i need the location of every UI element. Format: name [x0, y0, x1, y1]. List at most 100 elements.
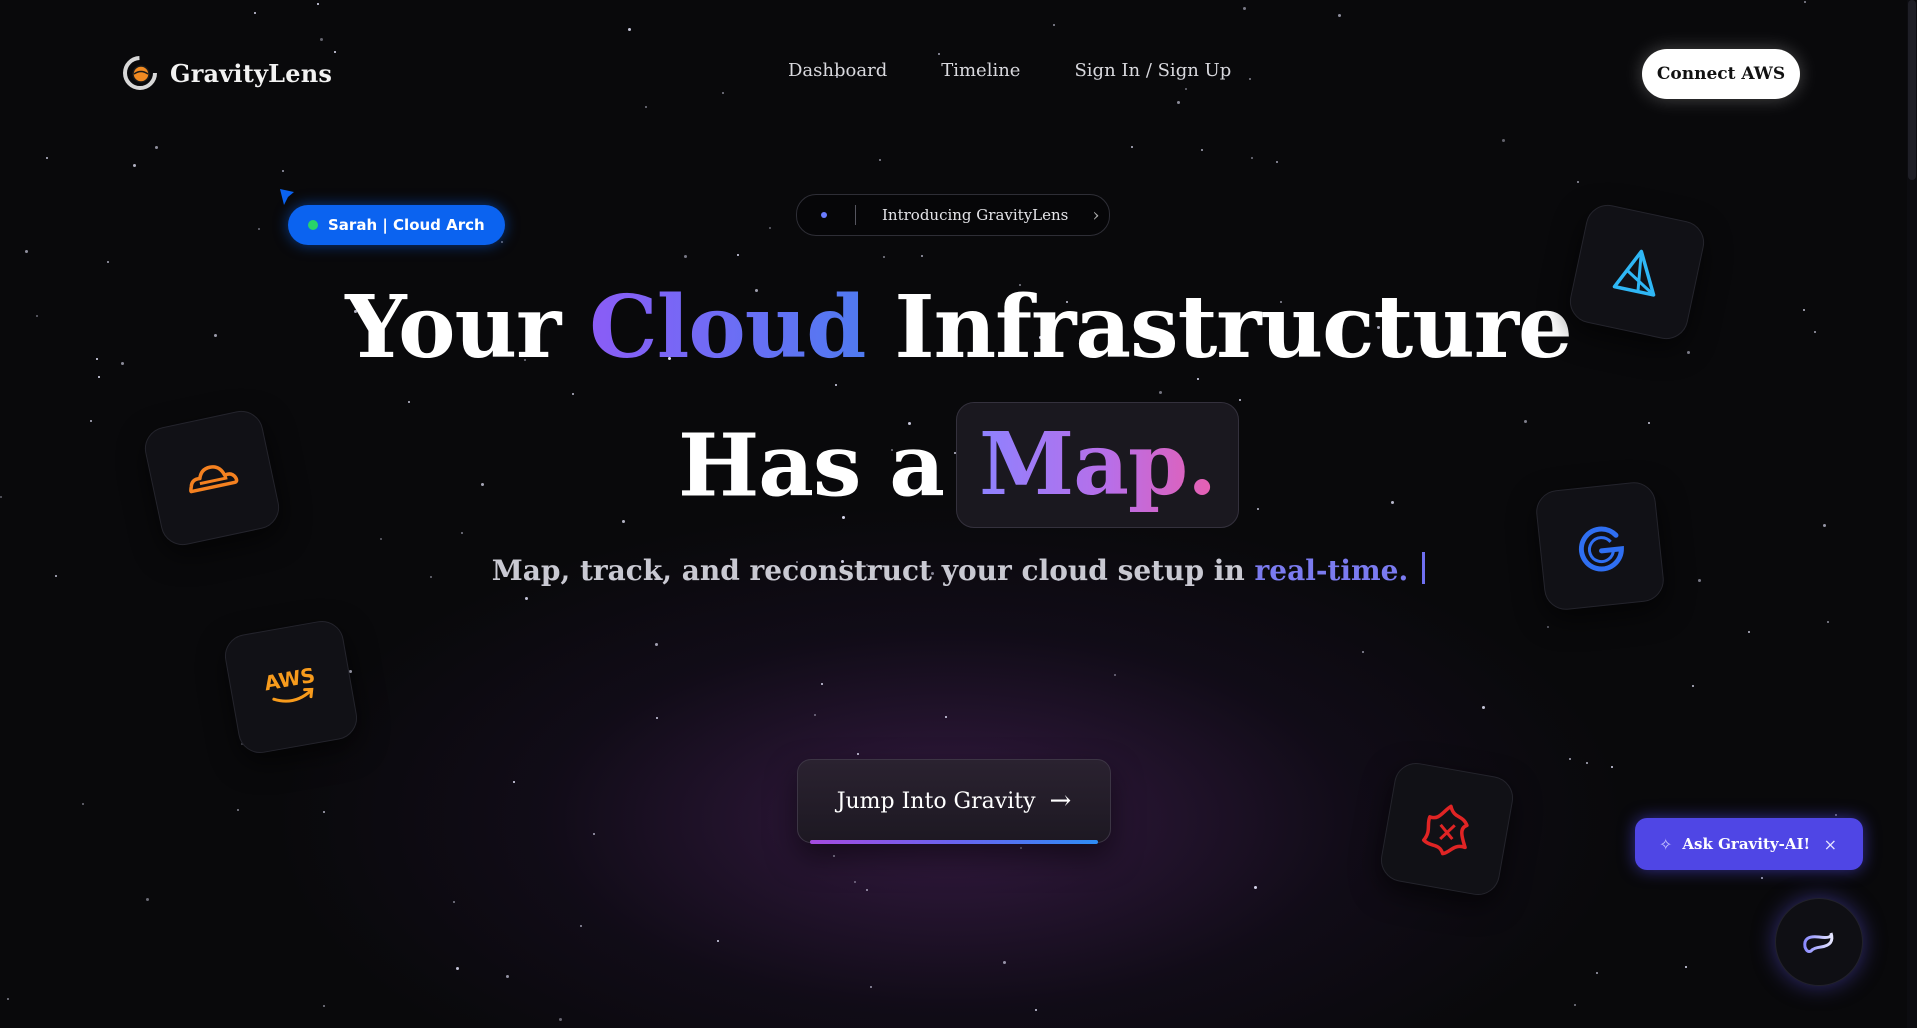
star — [1574, 1004, 1576, 1006]
star — [717, 940, 719, 942]
cursor-icon — [280, 189, 294, 205]
scrollbar-thumb[interactable] — [1908, 0, 1916, 180]
star — [258, 228, 260, 230]
g-logo-tile — [1534, 480, 1666, 612]
star — [656, 717, 658, 719]
star — [1197, 378, 1199, 380]
star — [1243, 7, 1246, 10]
brand-logo[interactable]: GravityLens — [122, 55, 332, 91]
star — [323, 811, 325, 813]
main-nav: Dashboard Timeline Sign In / Sign Up — [788, 60, 1231, 81]
star — [1835, 814, 1837, 816]
star — [1035, 1009, 1037, 1011]
star-logo-icon — [1421, 804, 1469, 856]
star — [1201, 149, 1203, 151]
star — [282, 170, 284, 172]
landing-page: GravityLens Dashboard Timeline Sign In /… — [0, 0, 1917, 1028]
star — [506, 975, 509, 978]
star — [1502, 139, 1505, 142]
star — [883, 256, 885, 258]
hero-word-your: Your — [345, 277, 590, 378]
cloud-icon — [189, 465, 239, 494]
star — [737, 254, 739, 256]
star — [1761, 877, 1763, 879]
star — [408, 401, 410, 403]
star — [866, 889, 868, 891]
star — [1053, 24, 1055, 26]
star — [821, 683, 823, 685]
sparkle-icon: ✧ — [1659, 834, 1673, 854]
online-status-dot — [308, 220, 318, 230]
star — [572, 393, 574, 395]
star — [1131, 146, 1133, 148]
arrow-right-icon: → — [1049, 786, 1072, 816]
star — [525, 597, 528, 600]
star — [722, 92, 724, 94]
star — [1547, 626, 1549, 628]
ask-gravity-ai-button[interactable]: ✧ Ask Gravity-AI! × — [1635, 818, 1863, 870]
chevron-right-icon: › — [1092, 204, 1100, 226]
triangle-logo-tile — [1565, 200, 1709, 344]
hero-word-has-a: Has a — [677, 415, 945, 517]
nav-timeline[interactable]: Timeline — [941, 60, 1020, 81]
triangle-logo-icon — [1612, 249, 1656, 297]
star-logo-tile — [1377, 759, 1517, 899]
star — [1748, 631, 1750, 633]
star — [1276, 161, 1278, 163]
orbit-logo-icon — [1803, 932, 1834, 953]
star — [323, 1005, 325, 1007]
star — [559, 1018, 562, 1021]
star — [1251, 157, 1253, 159]
star — [814, 714, 816, 716]
star — [921, 255, 923, 257]
star — [1685, 966, 1687, 968]
jump-into-gravity-button[interactable]: Jump Into Gravity → — [797, 759, 1111, 844]
hero-map-box: Map. — [956, 402, 1240, 528]
star — [1020, 847, 1022, 849]
intro-announcement-chip[interactable]: Introducing GravityLens › — [796, 194, 1110, 236]
star — [453, 901, 455, 903]
star — [317, 3, 319, 5]
star — [1692, 685, 1694, 687]
intro-divider — [855, 205, 856, 225]
star — [155, 146, 158, 149]
hero-subtitle-text: Map, track, and reconstruct your cloud s… — [491, 554, 1255, 587]
connect-aws-button[interactable]: Connect AWS — [1642, 49, 1800, 99]
close-icon[interactable]: × — [1824, 835, 1837, 854]
star — [1804, 1, 1806, 3]
star — [879, 159, 881, 161]
star — [1827, 621, 1829, 623]
star — [1569, 758, 1571, 760]
star — [133, 164, 136, 167]
star — [1239, 399, 1241, 401]
nav-sign-in[interactable]: Sign In / Sign Up — [1074, 60, 1231, 81]
star — [833, 855, 835, 857]
star — [835, 384, 837, 386]
nav-dashboard[interactable]: Dashboard — [788, 60, 887, 81]
page-scrollbar[interactable] — [1907, 0, 1917, 1028]
assistant-fab[interactable] — [1775, 898, 1863, 986]
star — [25, 250, 28, 253]
star — [1577, 181, 1579, 183]
star — [1159, 391, 1162, 394]
star — [146, 898, 149, 901]
star — [1362, 651, 1364, 653]
star — [1586, 762, 1588, 764]
star — [769, 227, 771, 229]
star — [1185, 88, 1187, 90]
ask-ai-label: Ask Gravity-AI! — [1682, 835, 1811, 853]
intro-label: Introducing GravityLens — [882, 206, 1069, 224]
star — [1611, 766, 1613, 768]
star — [938, 53, 940, 55]
star — [456, 967, 459, 970]
star — [237, 809, 239, 811]
star — [854, 881, 856, 883]
star — [82, 803, 84, 805]
star — [684, 255, 687, 258]
star — [857, 753, 859, 755]
hero-word-cloud: Cloud — [589, 277, 866, 378]
star — [513, 781, 515, 783]
hero-word-map: Map. — [979, 414, 1217, 515]
presence-user-label: Sarah | Cloud Arch — [328, 216, 485, 234]
star — [1003, 961, 1006, 964]
